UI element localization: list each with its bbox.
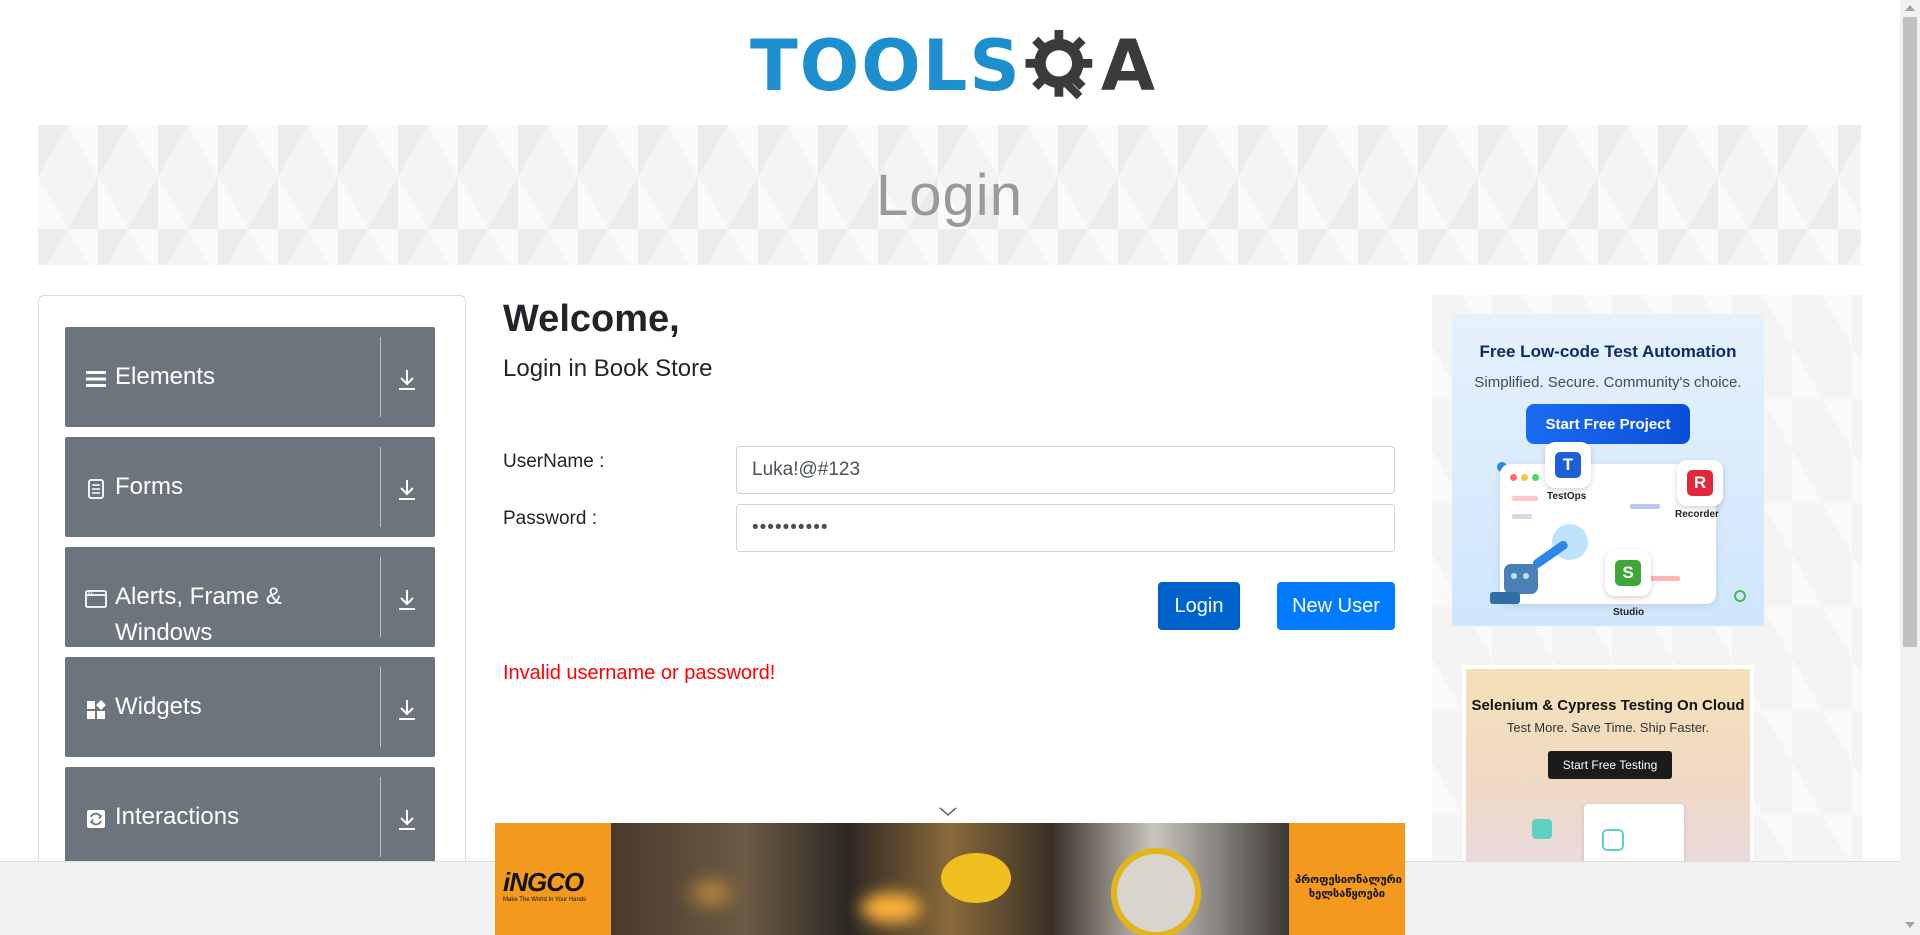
widgets-icon xyxy=(87,700,106,719)
app-caption: Studio xyxy=(1613,607,1645,618)
divider xyxy=(380,777,381,857)
decor-tile xyxy=(1532,819,1552,839)
login-button[interactable]: Login xyxy=(1158,582,1240,630)
divider xyxy=(380,667,381,747)
download-arrow-icon[interactable] xyxy=(392,365,422,395)
decor-ring xyxy=(1734,590,1746,602)
ad-katalon[interactable]: Free Low-code Test Automation Simplified… xyxy=(1452,314,1764,626)
document-icon xyxy=(88,479,104,499)
power-tools-photo xyxy=(611,823,1289,935)
download-arrow-icon[interactable] xyxy=(392,585,422,615)
hamburger-icon xyxy=(86,371,106,387)
decor-dot xyxy=(1532,474,1539,481)
error-message: Invalid username or password! xyxy=(503,662,776,684)
page-title: Login xyxy=(876,162,1023,228)
logo-text-tools: TOOLS xyxy=(750,25,1022,107)
divider xyxy=(380,337,381,417)
testops-app-icon: T xyxy=(1545,442,1591,488)
sidebar-group-forms[interactable]: Forms xyxy=(65,437,435,537)
circular-saw-illustration xyxy=(1111,848,1201,935)
toolsqa-logo[interactable]: TOOLS A xyxy=(750,18,1155,114)
sidebar-group-label: Widgets xyxy=(115,693,202,720)
interactions-icon xyxy=(87,810,105,828)
download-arrow-icon[interactable] xyxy=(392,475,422,505)
start-free-project-button[interactable]: Start Free Project xyxy=(1526,404,1690,444)
spark-glow xyxy=(861,893,921,923)
sidebar-group-label: Elements xyxy=(115,363,216,390)
sidebar-group-label: Alerts, Frame & Windows xyxy=(115,583,282,646)
gear-magnifier-icon xyxy=(1025,30,1093,100)
cutoff-saw-illustration xyxy=(941,853,1011,903)
scroll-down-arrow-icon[interactable] xyxy=(1905,922,1915,928)
app-caption: TestOps xyxy=(1547,491,1587,502)
decor-dot xyxy=(1521,474,1528,481)
new-user-button[interactable]: New User xyxy=(1277,582,1395,630)
lambdatest-logo-icon xyxy=(1602,829,1624,851)
ad-subtitle: Simplified. Secure. Community's choice. xyxy=(1474,374,1742,391)
logo-text-a: A xyxy=(1100,25,1155,107)
recorder-app-icon: R xyxy=(1677,460,1723,506)
app-caption: Recorder xyxy=(1675,509,1719,520)
sidebar-group-widgets[interactable]: Widgets xyxy=(65,657,435,757)
scroll-up-arrow-icon[interactable] xyxy=(1905,5,1915,11)
sidebar-group-label: Interactions xyxy=(115,803,240,830)
password-input[interactable]: •••••••••• xyxy=(736,504,1395,552)
download-arrow-icon[interactable] xyxy=(392,805,422,835)
sidebar-group-elements[interactable]: Elements xyxy=(65,327,435,427)
decor-dot xyxy=(1510,474,1517,481)
username-label: UserName : xyxy=(503,451,605,472)
chevron-down-icon[interactable] xyxy=(938,806,958,818)
window-icon xyxy=(85,590,107,608)
ingco-tagline: Make The World In Your Hands xyxy=(503,897,587,903)
page: TOOLS A Login Elements Forms Alerts, Fra… xyxy=(0,0,1920,935)
welcome-heading: Welcome, xyxy=(503,298,680,340)
download-arrow-icon[interactable] xyxy=(392,695,422,725)
ad-title: Free Low-code Test Automation xyxy=(1479,342,1737,361)
password-label: Password : xyxy=(503,508,597,529)
sidebar-group-interactions[interactable]: Interactions xyxy=(65,767,435,867)
robot-arm-illustration xyxy=(1490,524,1588,604)
scrollbar[interactable] xyxy=(1900,0,1920,935)
divider xyxy=(380,447,381,527)
ingco-brand-panel: iNGCO Make The World In Your Hands xyxy=(495,823,611,935)
start-free-testing-button[interactable]: Start Free Testing xyxy=(1548,751,1672,779)
ingco-logo: iNGCO xyxy=(503,867,584,897)
ad-title: Selenium & Cypress Testing On Cloud xyxy=(1471,697,1745,714)
username-input[interactable]: Luka!@#123 xyxy=(736,446,1395,494)
sidebar-group-label: Forms xyxy=(115,473,183,500)
scroll-thumb[interactable] xyxy=(1903,17,1917,647)
page-banner: Login xyxy=(38,125,1861,265)
sidebar-group-alerts[interactable]: Alerts, Frame & Windows xyxy=(65,547,435,647)
ingco-text-panel: პროფესიონალური ხელსაწყოები xyxy=(1289,823,1405,935)
ingco-banner-ad[interactable]: iNGCO Make The World In Your Hands პროფე… xyxy=(495,823,1405,935)
ad-subtitle: Test More. Save Time. Ship Faster. xyxy=(1506,720,1710,735)
login-subtitle: Login in Book Store xyxy=(503,355,713,382)
left-sidebar: Elements Forms Alerts, Frame & Windows W… xyxy=(38,295,466,935)
divider xyxy=(380,557,381,637)
ingco-slogan: პროფესიონალური ხელსაწყოები xyxy=(1295,874,1402,900)
spark-glow xyxy=(691,883,731,903)
dashboard-illustration xyxy=(1584,804,1684,864)
decor-line xyxy=(1512,496,1538,501)
decor-line xyxy=(1630,504,1660,509)
studio-app-icon: S xyxy=(1605,550,1651,596)
